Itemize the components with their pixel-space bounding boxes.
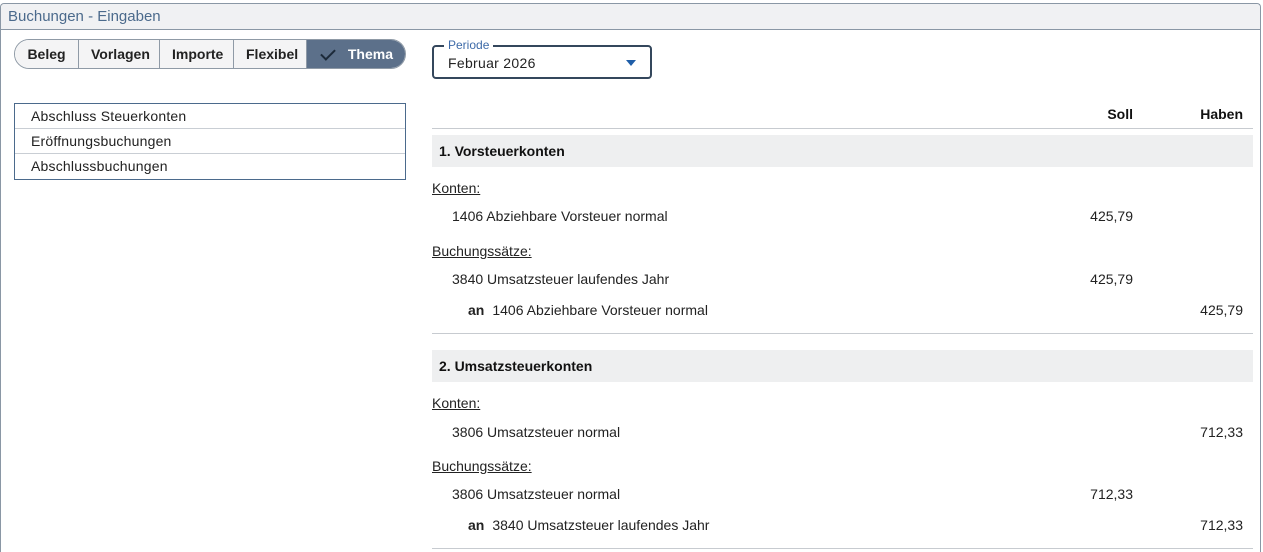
buchung-text: 3806 Umsatzsteuer normal <box>452 486 621 502</box>
window-title-bar: Buchungen - Eingaben <box>1 4 1260 30</box>
buchung-row: 3840 Umsatzsteuer laufendes Jahr 425,79 <box>432 271 1253 291</box>
check-icon <box>319 46 334 62</box>
soll-value: 425,79 <box>1090 208 1133 224</box>
period-select[interactable]: Periode Februar 2026 <box>432 38 652 79</box>
chevron-down-icon <box>626 60 636 66</box>
header-divider <box>432 128 1253 129</box>
section-divider <box>432 548 1253 549</box>
topic-abschlussbuchungen[interactable]: Abschlussbuchungen <box>15 154 405 179</box>
tab-beleg[interactable]: Beleg <box>15 40 79 68</box>
tab-thema-label: Thema <box>347 46 393 62</box>
topic-eroeffnungsbuchungen[interactable]: Eröffnungsbuchungen <box>15 129 405 154</box>
buchungssaetze-label: Buchungssätze: <box>432 243 532 259</box>
konto-text: 1406 Abziehbare Vorsteuer normal <box>452 208 668 224</box>
buchung-text: 3840 Umsatzsteuer laufendes Jahr <box>492 517 710 533</box>
buchung-row: an 1406 Abziehbare Vorsteuer normal 425,7… <box>432 302 1253 322</box>
section-title: 1. Vorsteuerkonten <box>432 135 1253 167</box>
buchungssaetze-label: Buchungssätze: <box>432 458 532 474</box>
buchung-gegenkonto: an 3840 Umsatzsteuer laufendes Jahr <box>468 517 709 533</box>
konto-row: 3806 Umsatzsteuer normal 712,33 <box>432 424 1253 444</box>
column-header-soll: Soll <box>1107 106 1133 122</box>
tab-vorlagen[interactable]: Vorlagen <box>79 40 160 68</box>
haben-value: 712,33 <box>1200 517 1243 533</box>
window-title: Buchungen - Eingaben <box>8 8 161 25</box>
soll-value: 425,79 <box>1090 271 1133 287</box>
section-title: 2. Umsatzsteuerkonten <box>432 350 1253 382</box>
konten-label: Konten: <box>432 180 481 196</box>
konto-text: 3806 Umsatzsteuer normal <box>452 424 621 440</box>
topic-abschluss-steuerkonten[interactable]: Abschluss Steuerkonten <box>15 104 405 129</box>
column-header-haben: Haben <box>1200 106 1243 122</box>
haben-value: 712,33 <box>1200 424 1243 440</box>
tab-thema[interactable]: Thema <box>307 40 405 68</box>
soll-value: 712,33 <box>1090 486 1133 502</box>
an-keyword: an <box>468 302 485 318</box>
tab-flexibel[interactable]: Flexibel <box>234 40 307 68</box>
section-divider <box>432 333 1253 334</box>
view-tabs: Beleg Vorlagen Importe Flexibel Thema <box>14 39 406 69</box>
buchung-row: an 3840 Umsatzsteuer laufendes Jahr 712,3… <box>432 517 1253 537</box>
period-label: Periode <box>444 38 494 52</box>
buchung-text: 1406 Abziehbare Vorsteuer normal <box>492 302 708 318</box>
tab-importe[interactable]: Importe <box>160 40 234 68</box>
haben-value: 425,79 <box>1200 302 1243 318</box>
buchung-text: 3840 Umsatzsteuer laufendes Jahr <box>452 271 670 287</box>
an-keyword: an <box>468 517 485 533</box>
period-value: Februar 2026 <box>448 55 536 71</box>
topic-list: Abschluss Steuerkonten Eröffnungsbuchung… <box>14 103 406 180</box>
konten-label: Konten: <box>432 395 481 411</box>
konto-row: 1406 Abziehbare Vorsteuer normal 425,79 <box>432 208 1253 228</box>
buchung-row: 3806 Umsatzsteuer normal 712,33 <box>432 486 1253 506</box>
buchung-gegenkonto: an 1406 Abziehbare Vorsteuer normal <box>468 302 708 318</box>
